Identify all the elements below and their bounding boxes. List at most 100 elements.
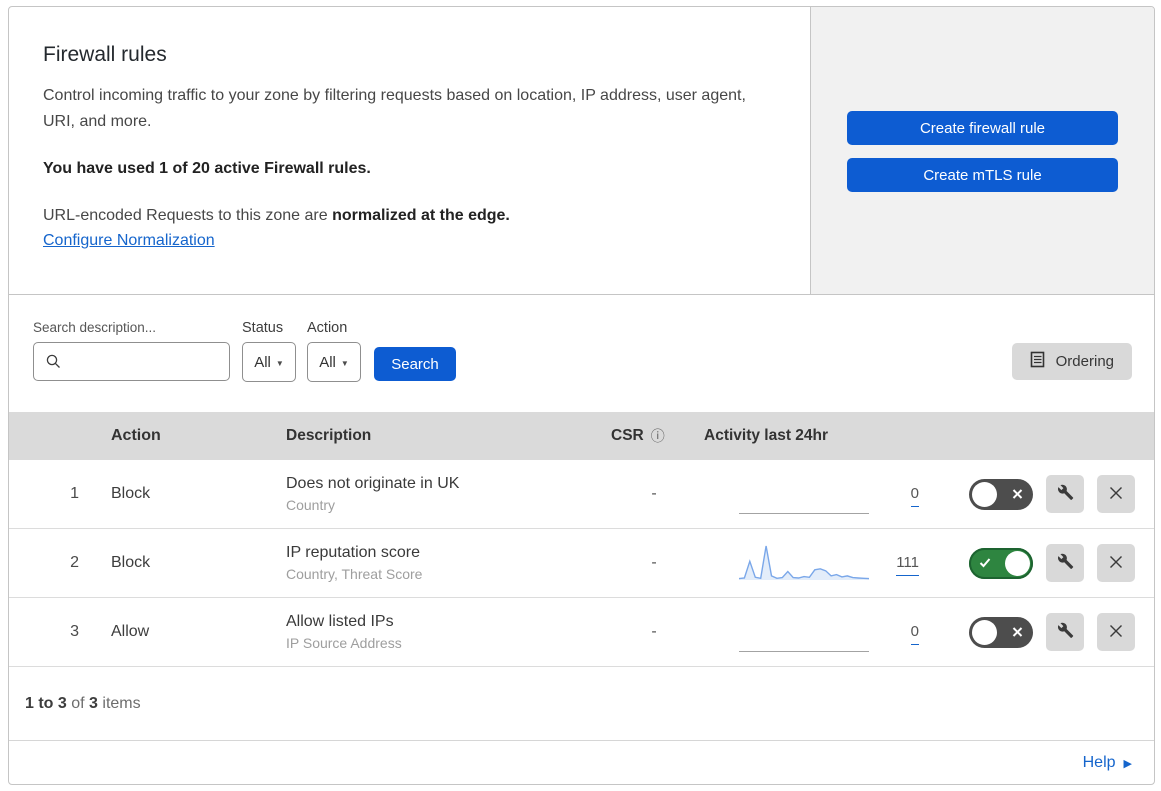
activity-flatline: [739, 474, 869, 514]
rule-description: Does not originate in UK: [286, 475, 460, 492]
search-box: [33, 342, 230, 381]
rule-enabled-toggle[interactable]: [969, 478, 1033, 510]
edit-rule-button[interactable]: [1046, 613, 1084, 651]
csr-header-label: CSR: [611, 427, 644, 444]
status-filter-group: Status All ▼: [242, 320, 296, 382]
filters-bar: Search description... Status All ▼ Actio…: [9, 295, 1154, 412]
rule-activity-cell: 0: [704, 474, 969, 514]
close-icon: [1108, 623, 1124, 642]
create-firewall-rule-button[interactable]: Create firewall rule: [847, 111, 1118, 145]
table-row: 3 Allow Allow listed IPs IP Source Addre…: [9, 598, 1154, 667]
ordering-list-icon: [1030, 351, 1046, 372]
search-button[interactable]: Search: [374, 347, 456, 381]
table-row: 2 Block IP reputation score Country, Thr…: [9, 529, 1154, 598]
rule-priority: 2: [70, 554, 79, 571]
search-input[interactable]: [33, 342, 230, 381]
pagination-summary: 1 to 3 of 3 items: [9, 667, 1154, 741]
pagination-items-text: items: [97, 694, 141, 712]
header-section: Firewall rules Control incoming traffic …: [9, 7, 1154, 295]
header-text-block: Firewall rules Control incoming traffic …: [9, 7, 810, 294]
chevron-down-icon: ▼: [275, 358, 284, 368]
close-icon: [1108, 485, 1124, 504]
wrench-icon: [1057, 553, 1074, 573]
normalization-note: URL-encoded Requests to this zone are no…: [43, 207, 770, 225]
description-column-header: Description: [286, 427, 372, 444]
configure-normalization-link[interactable]: Configure Normalization: [43, 232, 215, 249]
delete-rule-button[interactable]: [1097, 475, 1135, 513]
rule-enabled-toggle[interactable]: [969, 616, 1033, 648]
pagination-range: 1 to 3: [25, 694, 67, 712]
rule-description: Allow listed IPs: [286, 613, 394, 630]
csr-column-header: CSR ⓘ: [604, 426, 704, 446]
toggle-knob: [1005, 550, 1030, 576]
action-column-header: Action: [111, 427, 161, 444]
rule-priority: 1: [70, 485, 79, 502]
toggle-x-icon: [1012, 489, 1023, 500]
search-group: Search description...: [33, 320, 230, 381]
info-icon[interactable]: ⓘ: [651, 426, 665, 446]
rule-controls: [969, 475, 1154, 513]
rule-controls: [969, 613, 1154, 651]
help-link[interactable]: Help ▶: [1083, 754, 1132, 772]
activity-count-link[interactable]: 111: [896, 554, 919, 576]
ordering-button-label: Ordering: [1055, 353, 1114, 370]
activity-count-link[interactable]: 0: [910, 485, 919, 507]
rule-description: IP reputation score: [286, 544, 421, 561]
activity-sparkline: [739, 543, 869, 583]
action-dropdown[interactable]: All ▼: [307, 342, 361, 382]
close-icon: [1108, 554, 1124, 573]
search-label: Search description...: [33, 320, 157, 335]
rule-enabled-toggle[interactable]: [969, 547, 1033, 579]
action-filter-group: Action All ▼: [307, 320, 361, 382]
rule-description-cell: Does not originate in UK Country: [274, 475, 604, 513]
status-label: Status: [242, 320, 284, 336]
usage-note: You have used 1 of 20 active Firewall ru…: [43, 159, 371, 177]
rule-match-fields: IP Source Address: [286, 635, 402, 651]
rule-csr-value: -: [651, 554, 657, 571]
edit-rule-button[interactable]: [1046, 475, 1084, 513]
rule-match-fields: Country, Threat Score: [286, 566, 423, 582]
pagination-of-text: of: [66, 694, 90, 712]
activity-flatline: [739, 612, 869, 652]
normalization-text: URL-encoded Requests to this zone are: [43, 206, 333, 224]
status-dropdown[interactable]: All ▼: [242, 342, 296, 382]
activity-count-link[interactable]: 0: [910, 623, 919, 645]
toggle-knob: [972, 619, 997, 645]
table-header-row: Action Description CSR ⓘ Activity last 2…: [9, 412, 1154, 460]
toggle-check-icon: [979, 558, 991, 569]
normalization-bold-text: normalized at the edge.: [332, 206, 510, 224]
action-label: Action: [307, 320, 348, 336]
rule-action: Block: [111, 485, 151, 502]
help-link-label: Help: [1082, 753, 1116, 771]
wrench-icon: [1057, 484, 1074, 504]
rule-activity-cell: 0: [704, 612, 969, 652]
firewall-rules-card: Firewall rules Control incoming traffic …: [8, 6, 1155, 785]
rule-priority: 3: [70, 623, 79, 640]
rule-csr-value: -: [651, 485, 657, 502]
rule-description-cell: IP reputation score Country, Threat Scor…: [274, 544, 604, 582]
action-value: All: [319, 353, 336, 371]
ordering-button[interactable]: Ordering: [1011, 343, 1132, 380]
rule-controls: [969, 544, 1154, 582]
toggle-knob: [972, 481, 997, 507]
page-title: Firewall rules: [43, 43, 167, 66]
rule-match-fields: Country: [286, 497, 336, 513]
arrow-right-icon: ▶: [1123, 758, 1132, 770]
rule-action: Allow: [111, 623, 150, 640]
activity-column-header: Activity last 24hr: [704, 427, 829, 444]
pagination-total: 3: [89, 694, 98, 712]
rule-csr-value: -: [651, 623, 657, 640]
delete-rule-button[interactable]: [1097, 544, 1135, 582]
rule-action: Block: [111, 554, 151, 571]
rule-description-cell: Allow listed IPs IP Source Address: [274, 613, 604, 651]
toggle-x-icon: [1012, 627, 1023, 638]
edit-rule-button[interactable]: [1046, 544, 1084, 582]
create-mtls-rule-button[interactable]: Create mTLS rule: [847, 158, 1118, 192]
status-value: All: [254, 353, 271, 371]
table-row: 1 Block Does not originate in UK Country…: [9, 460, 1154, 529]
help-row: Help ▶: [9, 741, 1154, 784]
chevron-down-icon: ▼: [340, 358, 349, 368]
delete-rule-button[interactable]: [1097, 613, 1135, 651]
rule-activity-cell: 111: [704, 543, 969, 583]
header-actions-panel: Create firewall rule Create mTLS rule: [810, 7, 1154, 294]
